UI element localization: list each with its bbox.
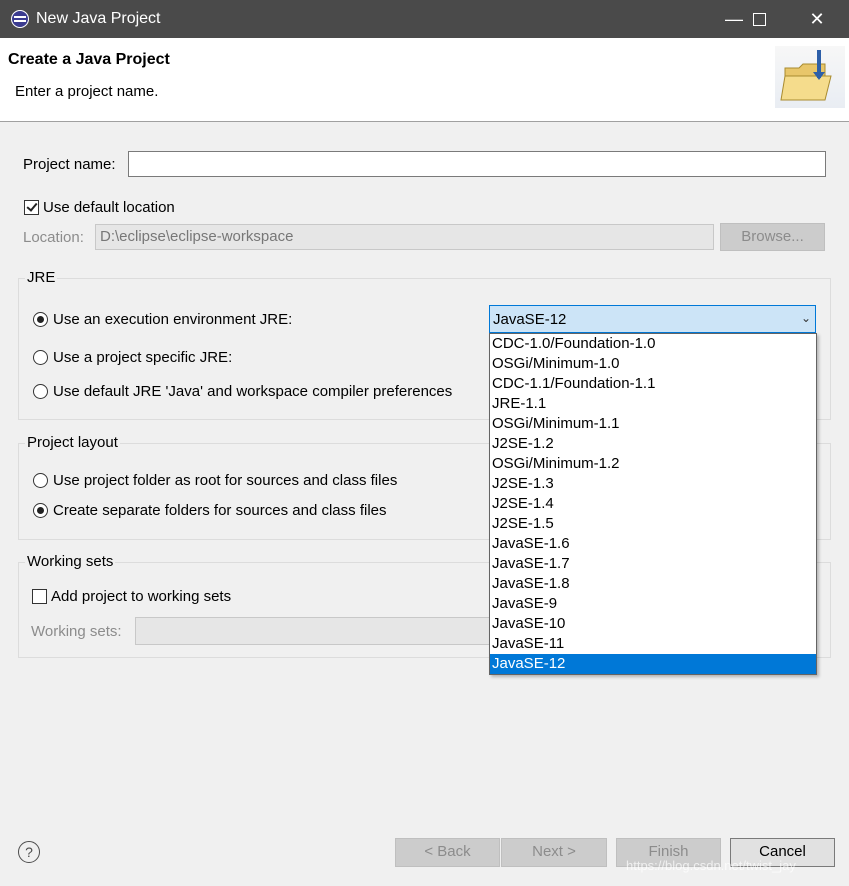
dropdown-item[interactable]: JavaSE-1.7: [490, 554, 816, 574]
dropdown-item[interactable]: J2SE-1.2: [490, 434, 816, 454]
back-button[interactable]: < Back: [395, 838, 500, 867]
dropdown-item[interactable]: JavaSE-10: [490, 614, 816, 634]
add-to-working-sets-label: Add project to working sets: [51, 588, 232, 605]
close-icon[interactable]: ✕: [794, 0, 840, 38]
dropdown-item[interactable]: JavaSE-11: [490, 634, 816, 654]
project-name-input[interactable]: [128, 151, 826, 177]
add-to-working-sets-checkbox[interactable]: [32, 589, 47, 604]
dropdown-item-selected[interactable]: JavaSE-12: [490, 654, 816, 674]
help-icon[interactable]: ?: [18, 841, 40, 863]
working-sets-label: Working sets:: [31, 623, 122, 640]
watermark: https://blog.csdn.net/twist_jay: [626, 858, 796, 873]
use-default-location-label: Use default location: [43, 199, 175, 216]
dropdown-item[interactable]: J2SE-1.4: [490, 494, 816, 514]
layout-project-root-label: Use project folder as root for sources a…: [53, 472, 398, 489]
next-button[interactable]: Next >: [501, 838, 607, 867]
execution-env-combo[interactable]: JavaSE-12 ⌄: [489, 305, 816, 333]
project-name-label: Project name:: [23, 156, 116, 173]
jre-group-title: JRE: [25, 269, 58, 286]
title-bar: New Java Project — ✕: [0, 0, 849, 38]
page-title: Create a Java Project: [8, 51, 170, 68]
window-title: New Java Project: [36, 10, 161, 27]
execution-env-dropdown-list: CDC-1.0/Foundation-1.0 OSGi/Minimum-1.0 …: [489, 333, 817, 675]
location-field[interactable]: D:\eclipse\eclipse-workspace: [95, 224, 714, 250]
maximize-icon[interactable]: [736, 0, 782, 38]
dropdown-item[interactable]: OSGi/Minimum-1.0: [490, 354, 816, 374]
jre-project-specific-radio[interactable]: [33, 350, 48, 365]
jre-default-radio[interactable]: [33, 384, 48, 399]
dropdown-item[interactable]: JavaSE-1.6: [490, 534, 816, 554]
dropdown-item[interactable]: CDC-1.0/Foundation-1.0: [490, 334, 816, 354]
dropdown-item[interactable]: OSGi/Minimum-1.1: [490, 414, 816, 434]
use-default-location-checkbox[interactable]: [24, 200, 39, 215]
dropdown-item[interactable]: JavaSE-1.8: [490, 574, 816, 594]
page-message: Enter a project name.: [15, 83, 159, 100]
dropdown-item[interactable]: CDC-1.1/Foundation-1.1: [490, 374, 816, 394]
layout-separate-folders-label: Create separate folders for sources and …: [53, 502, 387, 519]
eclipse-icon: [11, 10, 29, 28]
dropdown-item[interactable]: J2SE-1.5: [490, 514, 816, 534]
layout-project-root-radio[interactable]: [33, 473, 48, 488]
dropdown-item[interactable]: JRE-1.1: [490, 394, 816, 414]
jre-execution-env-radio[interactable]: [33, 312, 48, 327]
location-label: Location:: [23, 229, 84, 246]
dropdown-item[interactable]: J2SE-1.3: [490, 474, 816, 494]
chevron-down-icon[interactable]: ⌄: [801, 311, 811, 325]
dropdown-item[interactable]: OSGi/Minimum-1.2: [490, 454, 816, 474]
new-project-folder-icon: [775, 46, 845, 108]
dropdown-item[interactable]: JavaSE-9: [490, 594, 816, 614]
jre-execution-env-label: Use an execution environment JRE:: [53, 311, 293, 328]
layout-separate-folders-radio[interactable]: [33, 503, 48, 518]
project-layout-group-title: Project layout: [25, 434, 120, 451]
execution-env-combo-value: JavaSE-12: [493, 311, 567, 328]
browse-button[interactable]: Browse...: [720, 223, 825, 251]
wizard-banner: Create a Java Project Enter a project na…: [0, 38, 849, 122]
jre-project-specific-label: Use a project specific JRE:: [53, 349, 233, 366]
working-sets-group-title: Working sets: [25, 553, 116, 570]
jre-default-label: Use default JRE 'Java' and workspace com…: [53, 383, 453, 400]
